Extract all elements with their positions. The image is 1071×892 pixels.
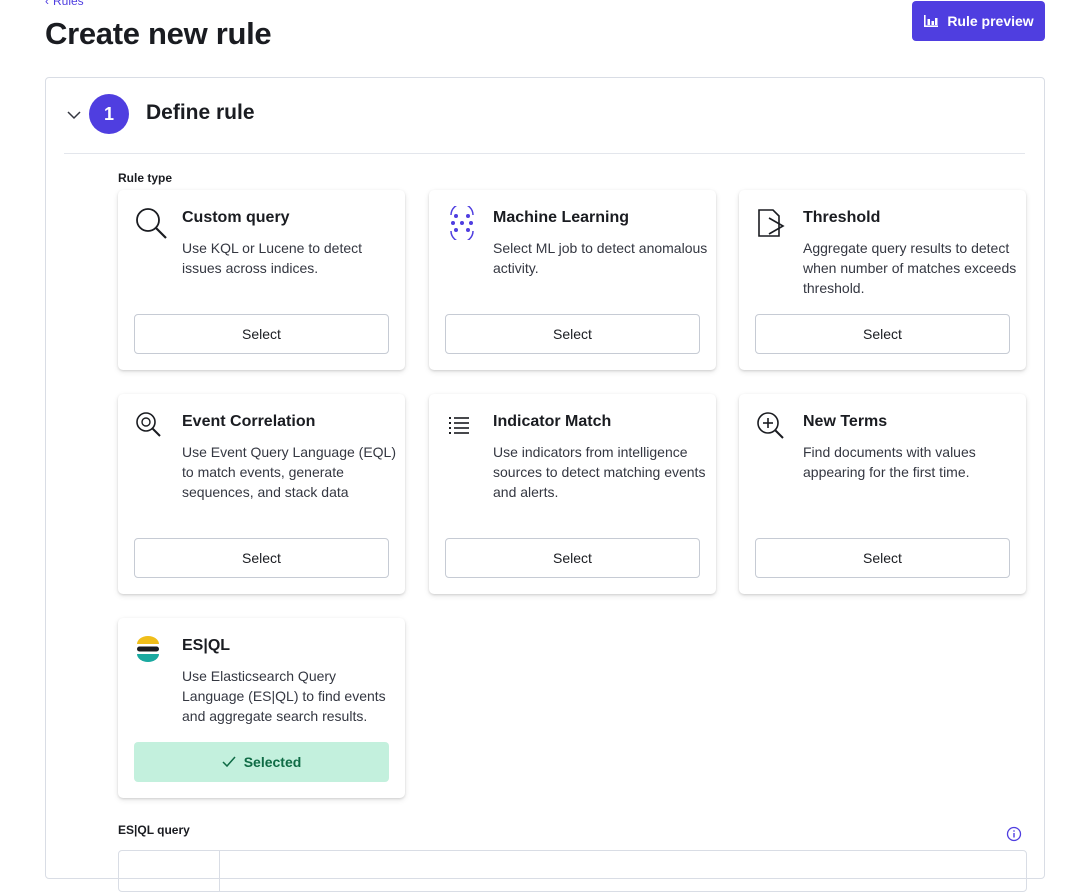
card-description: Use indicators from intelligence sources… xyxy=(493,444,706,500)
card-title: New Terms xyxy=(803,413,888,430)
step-header: 1 Define rule xyxy=(46,78,1044,154)
chevron-down-icon[interactable] xyxy=(64,105,84,125)
card-description: Use Elasticsearch Query Language (ES|QL)… xyxy=(182,668,386,724)
select-indicator-match-button[interactable]: Select xyxy=(445,538,700,578)
rule-preview-button[interactable]: Rule preview xyxy=(912,1,1045,41)
rule-preview-label: Rule preview xyxy=(947,13,1034,29)
info-icon[interactable] xyxy=(1006,826,1022,842)
selected-esql-button[interactable]: Selected xyxy=(134,742,389,782)
select-new-terms-button[interactable]: Select xyxy=(755,538,1010,578)
rule-card-machine-learning: Machine Learning Select ML job to detect… xyxy=(429,190,716,370)
rule-card-indicator-match: Indicator Match Use indicators from inte… xyxy=(429,394,716,594)
page-title: Create new rule xyxy=(45,16,272,51)
select-threshold-button[interactable]: Select xyxy=(755,314,1010,354)
rule-card-custom-query: Custom query Use KQL or Lucene to detect… xyxy=(118,190,405,370)
selected-label: Selected xyxy=(243,754,302,770)
rule-card-event-correlation: Event Correlation Use Event Query Langua… xyxy=(118,394,405,594)
rule-card-threshold: Threshold Aggregate query results to det… xyxy=(739,190,1026,370)
chart-icon xyxy=(924,15,939,27)
select-custom-query-button[interactable]: Select xyxy=(134,314,389,354)
divider xyxy=(64,153,1025,154)
checkmark-icon xyxy=(222,756,236,768)
elastic-logo-icon xyxy=(137,636,159,662)
zoom-plus-icon xyxy=(757,412,784,439)
rule-type-label: Rule type xyxy=(118,171,173,185)
card-title: Indicator Match xyxy=(493,413,612,430)
magnifier-icon xyxy=(136,208,167,239)
esql-query-label: ES|QL query xyxy=(118,823,190,837)
card-title: Custom query xyxy=(182,209,290,226)
select-machine-learning-button[interactable]: Select xyxy=(445,314,700,354)
step-number-badge: 1 xyxy=(89,94,129,134)
card-description: Select ML job to detect anomalous activi… xyxy=(493,240,708,276)
card-description: Use KQL or Lucene to detect issues acros… xyxy=(182,240,363,276)
card-title: Threshold xyxy=(803,209,881,226)
card-title: Machine Learning xyxy=(493,209,630,226)
breadcrumb-back-link[interactable]: ‹ Rules xyxy=(45,0,84,8)
threshold-icon xyxy=(758,209,785,237)
esql-query-editor[interactable] xyxy=(118,850,1027,892)
select-event-correlation-button[interactable]: Select xyxy=(134,538,389,578)
card-description: Aggregate query results to detect when n… xyxy=(803,240,1017,296)
card-description: Use Event Query Language (EQL) to match … xyxy=(182,444,397,500)
card-title: ES|QL xyxy=(182,637,231,654)
card-description: Find documents with values appearing for… xyxy=(803,444,976,480)
define-rule-panel: 1 Define rule Rule type Custom query Use… xyxy=(45,77,1045,892)
correlation-icon xyxy=(136,412,161,437)
chevron-left-icon: ‹ xyxy=(45,0,49,8)
editor-toolbar-tab[interactable] xyxy=(119,851,220,891)
rule-card-new-terms: New Terms Find documents with values app… xyxy=(739,394,1026,594)
rule-card-esql: ES|QL Use Elasticsearch Query Language (… xyxy=(118,618,405,798)
breadcrumb-label: Rules xyxy=(53,0,84,8)
list-icon xyxy=(449,417,469,434)
ml-icon xyxy=(450,206,474,240)
card-title: Event Correlation xyxy=(182,413,316,430)
step-title: Define rule xyxy=(146,101,255,124)
